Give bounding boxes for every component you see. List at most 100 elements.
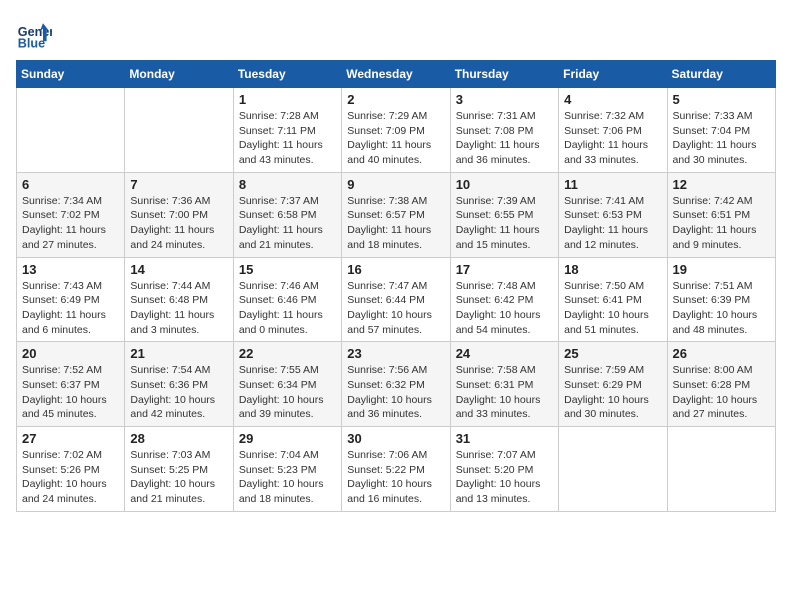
calendar-cell: 9 Sunrise: 7:38 AM Sunset: 6:57 PM Daylig… [342, 172, 450, 257]
calendar-cell: 30Sunrise: 7:06 AM Sunset: 5:22 PM Dayli… [342, 427, 450, 512]
day-info: Sunrise: 7:44 AM Sunset: 6:48 PM Dayligh… [130, 279, 227, 338]
day-number: 18 [564, 262, 661, 277]
day-number: 26 [673, 346, 770, 361]
day-number: 3 [456, 92, 553, 107]
calendar-cell: 13 Sunrise: 7:43 AM Sunset: 6:49 PM Dayli… [17, 257, 125, 342]
day-number: 12 [673, 177, 770, 192]
page-header: General Blue [16, 16, 776, 52]
day-info: Sunrise: 7:46 AM Sunset: 6:46 PM Dayligh… [239, 279, 336, 338]
logo: General Blue [16, 16, 52, 52]
calendar-week-row: 20 Sunrise: 7:52 AM Sunset: 6:37 PM Dayli… [17, 342, 776, 427]
day-number: 13 [22, 262, 119, 277]
day-number: 5 [673, 92, 770, 107]
day-number: 4 [564, 92, 661, 107]
calendar-cell: 3 Sunrise: 7:31 AM Sunset: 7:08 PM Daylig… [450, 88, 558, 173]
svg-text:Blue: Blue [18, 37, 45, 51]
day-number: 27 [22, 431, 119, 446]
calendar-cell: 12 Sunrise: 7:42 AM Sunset: 6:51 PM Dayli… [667, 172, 775, 257]
calendar-week-row: 1Sunrise: 7:28 AM Sunset: 7:11 PM Daylig… [17, 88, 776, 173]
day-number: 20 [22, 346, 119, 361]
day-number: 23 [347, 346, 444, 361]
day-info: Sunrise: 7:29 AM Sunset: 7:09 PM Dayligh… [347, 109, 444, 168]
day-info: Sunrise: 7:42 AM Sunset: 6:51 PM Dayligh… [673, 194, 770, 253]
calendar-cell [559, 427, 667, 512]
day-info: Sunrise: 7:50 AM Sunset: 6:41 PM Dayligh… [564, 279, 661, 338]
calendar-cell [17, 88, 125, 173]
day-number: 30 [347, 431, 444, 446]
day-info: Sunrise: 7:03 AM Sunset: 5:25 PM Dayligh… [130, 448, 227, 507]
col-header-friday: Friday [559, 61, 667, 88]
day-number: 14 [130, 262, 227, 277]
col-header-saturday: Saturday [667, 61, 775, 88]
col-header-thursday: Thursday [450, 61, 558, 88]
calendar-cell: 19 Sunrise: 7:51 AM Sunset: 6:39 PM Dayli… [667, 257, 775, 342]
calendar-cell: 4 Sunrise: 7:32 AM Sunset: 7:06 PM Daylig… [559, 88, 667, 173]
day-info: Sunrise: 7:48 AM Sunset: 6:42 PM Dayligh… [456, 279, 553, 338]
calendar-cell: 18 Sunrise: 7:50 AM Sunset: 6:41 PM Dayli… [559, 257, 667, 342]
day-info: Sunrise: 7:37 AM Sunset: 6:58 PM Dayligh… [239, 194, 336, 253]
day-number: 29 [239, 431, 336, 446]
day-info: Sunrise: 7:07 AM Sunset: 5:20 PM Dayligh… [456, 448, 553, 507]
col-header-monday: Monday [125, 61, 233, 88]
day-number: 11 [564, 177, 661, 192]
calendar-week-row: 27 Sunrise: 7:02 AM Sunset: 5:26 PM Dayli… [17, 427, 776, 512]
day-info: Sunrise: 7:41 AM Sunset: 6:53 PM Dayligh… [564, 194, 661, 253]
day-info: Sunrise: 8:00 AM Sunset: 6:28 PM Dayligh… [673, 363, 770, 422]
calendar-cell: 26 Sunrise: 8:00 AM Sunset: 6:28 PM Dayli… [667, 342, 775, 427]
calendar-cell: 31 Sunrise: 7:07 AM Sunset: 5:20 PM Dayli… [450, 427, 558, 512]
calendar-cell: 5 Sunrise: 7:33 AM Sunset: 7:04 PM Daylig… [667, 88, 775, 173]
day-number: 9 [347, 177, 444, 192]
day-info: Sunrise: 7:47 AM Sunset: 6:44 PM Dayligh… [347, 279, 444, 338]
day-number: 28 [130, 431, 227, 446]
day-info: Sunrise: 7:31 AM Sunset: 7:08 PM Dayligh… [456, 109, 553, 168]
logo-icon: General Blue [16, 16, 52, 52]
calendar-table: SundayMondayTuesdayWednesdayThursdayFrid… [16, 60, 776, 512]
day-info: Sunrise: 7:59 AM Sunset: 6:29 PM Dayligh… [564, 363, 661, 422]
day-info: Sunrise: 7:38 AM Sunset: 6:57 PM Dayligh… [347, 194, 444, 253]
day-info: Sunrise: 7:32 AM Sunset: 7:06 PM Dayligh… [564, 109, 661, 168]
day-number: 10 [456, 177, 553, 192]
day-number: 15 [239, 262, 336, 277]
calendar-week-row: 13 Sunrise: 7:43 AM Sunset: 6:49 PM Dayli… [17, 257, 776, 342]
day-info: Sunrise: 7:36 AM Sunset: 7:00 PM Dayligh… [130, 194, 227, 253]
col-header-tuesday: Tuesday [233, 61, 341, 88]
day-number: 19 [673, 262, 770, 277]
day-info: Sunrise: 7:39 AM Sunset: 6:55 PM Dayligh… [456, 194, 553, 253]
calendar-cell: 23 Sunrise: 7:56 AM Sunset: 6:32 PM Dayli… [342, 342, 450, 427]
day-info: Sunrise: 7:58 AM Sunset: 6:31 PM Dayligh… [456, 363, 553, 422]
day-info: Sunrise: 7:02 AM Sunset: 5:26 PM Dayligh… [22, 448, 119, 507]
calendar-cell: 21Sunrise: 7:54 AM Sunset: 6:36 PM Dayli… [125, 342, 233, 427]
calendar-cell: 1Sunrise: 7:28 AM Sunset: 7:11 PM Daylig… [233, 88, 341, 173]
day-number: 16 [347, 262, 444, 277]
day-info: Sunrise: 7:43 AM Sunset: 6:49 PM Dayligh… [22, 279, 119, 338]
calendar-cell: 25Sunrise: 7:59 AM Sunset: 6:29 PM Dayli… [559, 342, 667, 427]
calendar-cell: 24Sunrise: 7:58 AM Sunset: 6:31 PM Dayli… [450, 342, 558, 427]
day-number: 6 [22, 177, 119, 192]
calendar-cell: 14 Sunrise: 7:44 AM Sunset: 6:48 PM Dayli… [125, 257, 233, 342]
day-info: Sunrise: 7:04 AM Sunset: 5:23 PM Dayligh… [239, 448, 336, 507]
calendar-cell: 16 Sunrise: 7:47 AM Sunset: 6:44 PM Dayli… [342, 257, 450, 342]
calendar-cell: 29 Sunrise: 7:04 AM Sunset: 5:23 PM Dayli… [233, 427, 341, 512]
calendar-cell: 2Sunrise: 7:29 AM Sunset: 7:09 PM Daylig… [342, 88, 450, 173]
day-number: 1 [239, 92, 336, 107]
day-number: 8 [239, 177, 336, 192]
col-header-sunday: Sunday [17, 61, 125, 88]
day-info: Sunrise: 7:51 AM Sunset: 6:39 PM Dayligh… [673, 279, 770, 338]
day-info: Sunrise: 7:33 AM Sunset: 7:04 PM Dayligh… [673, 109, 770, 168]
calendar-cell: 7Sunrise: 7:36 AM Sunset: 7:00 PM Daylig… [125, 172, 233, 257]
calendar-cell: 11 Sunrise: 7:41 AM Sunset: 6:53 PM Dayli… [559, 172, 667, 257]
calendar-header-row: SundayMondayTuesdayWednesdayThursdayFrid… [17, 61, 776, 88]
calendar-cell: 15 Sunrise: 7:46 AM Sunset: 6:46 PM Dayli… [233, 257, 341, 342]
day-info: Sunrise: 7:55 AM Sunset: 6:34 PM Dayligh… [239, 363, 336, 422]
calendar-cell: 28 Sunrise: 7:03 AM Sunset: 5:25 PM Dayli… [125, 427, 233, 512]
col-header-wednesday: Wednesday [342, 61, 450, 88]
day-number: 31 [456, 431, 553, 446]
day-info: Sunrise: 7:56 AM Sunset: 6:32 PM Dayligh… [347, 363, 444, 422]
calendar-cell: 27 Sunrise: 7:02 AM Sunset: 5:26 PM Dayli… [17, 427, 125, 512]
day-info: Sunrise: 7:52 AM Sunset: 6:37 PM Dayligh… [22, 363, 119, 422]
day-number: 21 [130, 346, 227, 361]
calendar-cell [125, 88, 233, 173]
calendar-week-row: 6Sunrise: 7:34 AM Sunset: 7:02 PM Daylig… [17, 172, 776, 257]
calendar-cell: 22Sunrise: 7:55 AM Sunset: 6:34 PM Dayli… [233, 342, 341, 427]
calendar-cell: 17Sunrise: 7:48 AM Sunset: 6:42 PM Dayli… [450, 257, 558, 342]
